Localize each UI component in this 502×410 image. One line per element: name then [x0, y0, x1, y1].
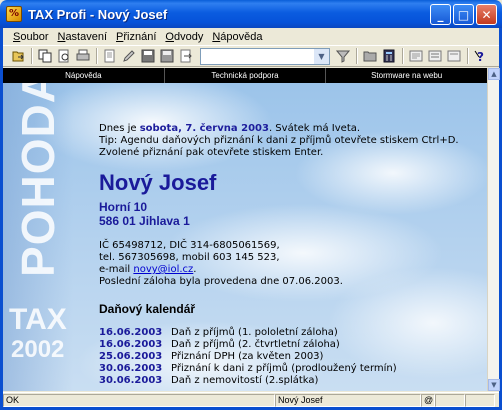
menu-bar: Soubor Nastavení Přiznání Odvody Nápověd…: [3, 28, 499, 45]
link-technicka-podpora[interactable]: Technická podpora: [165, 68, 327, 83]
link-napoveda[interactable]: Nápověda: [3, 68, 165, 83]
menu-priznani[interactable]: Přiznání: [116, 31, 156, 43]
toolbar: ▼ ?: [3, 45, 499, 67]
calendar-date: 30.06.2003: [99, 375, 163, 386]
calendar-text: Daň z příjmů (1. pololetní záloha): [171, 327, 338, 338]
filter-icon[interactable]: [334, 47, 352, 65]
window-title: TAX Profi - Nový Josef: [28, 6, 168, 22]
status-text: OK: [3, 393, 275, 407]
window-controls: _ □ ✕: [430, 4, 497, 25]
calendar-date: 16.06.2003: [99, 339, 163, 350]
today-suffix: . Svátek má Iveta.: [268, 123, 361, 134]
link-stormware-web[interactable]: Stormware na webu: [326, 68, 487, 83]
calendar-row: 16.06.2003 Daň z příjmů (2. čtvrtletní zá…: [99, 339, 340, 351]
logo-banner: POHODA TAX 2002: [3, 83, 73, 391]
svg-text:?: ?: [477, 50, 484, 63]
today-date: sobota, 7. června 2003: [139, 123, 269, 134]
toolbar-separator: [467, 48, 469, 64]
address-street: Horní 10: [99, 200, 148, 214]
calendar-text: Daň z nemovitostí (2.splátka): [171, 375, 319, 386]
open-icon[interactable]: [9, 47, 27, 65]
email-suffix: .: [193, 264, 197, 275]
calendar-text: Přiznání DPH (za květen 2003): [171, 351, 324, 362]
today-prefix: Dnes je: [99, 123, 140, 134]
copy-icon[interactable]: [36, 47, 54, 65]
calendar-text: Daň z příjmů (2. čtvrtletní záloha): [171, 339, 340, 350]
print-icon[interactable]: [74, 47, 92, 65]
address-city: 586 01 Jihlava 1: [99, 214, 190, 228]
window-frame: Soubor Nastavení Přiznání Odvody Nápověd…: [0, 28, 502, 410]
link-bar: Nápověda Technická podpora Stormware na …: [3, 68, 487, 83]
print-preview-icon[interactable]: [55, 47, 73, 65]
status-user: Nový Josef: [275, 393, 421, 407]
toolbar-separator: [356, 48, 358, 64]
menu-napoveda[interactable]: Nápověda: [212, 31, 262, 43]
email-link[interactable]: novy@iol.cz: [133, 264, 193, 275]
today-line: Dnes je sobota, 7. června 2003. Svátek m…: [99, 123, 360, 134]
calendar-text: Přiznání k dani z příjmů (prodloužený te…: [171, 363, 397, 374]
calendar-date: 16.06.2003: [99, 327, 163, 338]
year-logo-text: 2002: [11, 336, 65, 363]
toolbar-separator: [31, 48, 33, 64]
taxpayer-name: Nový Josef: [99, 170, 217, 195]
tax-calendar-title: Daňový kalendář: [99, 302, 196, 316]
status-email-indicator: @: [421, 393, 435, 407]
tax-logo-text: TAX: [9, 303, 67, 336]
calendar-row: 16.06.2003 Daň z příjmů (1. pololetní zál…: [99, 327, 338, 339]
scroll-up-icon[interactable]: ▲: [488, 68, 500, 80]
calendar-date: 25.06.2003: [99, 351, 163, 362]
note-icon[interactable]: [407, 47, 425, 65]
save-as-icon[interactable]: [158, 47, 176, 65]
scroll-down-icon[interactable]: ▼: [488, 379, 500, 391]
folder-icon[interactable]: [361, 47, 379, 65]
app-icon[interactable]: %: [6, 6, 22, 22]
tip-line-2: Zvolené přiznání pak otevřete stiskem En…: [99, 147, 324, 158]
agenda-combo[interactable]: ▼: [200, 47, 330, 65]
calendar-row: 30.06.2003 Přiznání k dani z příjmů (prod…: [99, 363, 397, 375]
calendar-row: 30.06.2003 Daň z nemovitostí (2.splátka): [99, 375, 318, 387]
tax-ids: IČ 65498712, DIČ 314-6805061569,: [99, 240, 280, 251]
menu-soubor[interactable]: Soubor: [13, 31, 48, 43]
menu-odvody[interactable]: Odvody: [165, 31, 203, 43]
minimize-button[interactable]: _: [430, 4, 451, 25]
welcome-panel: POHODA TAX 2002 Dnes je sobota, 7. červn…: [3, 83, 487, 391]
last-backup: Poslední záloha byla provedena dne 07.06…: [99, 276, 343, 287]
title-bar: % TAX Profi - Nový Josef _ □ ✕: [0, 0, 502, 28]
calculator-icon[interactable]: [380, 47, 398, 65]
close-button[interactable]: ✕: [476, 4, 497, 25]
help-icon[interactable]: ?: [472, 47, 490, 65]
status-panel-empty: [465, 393, 495, 407]
tip-line-1: Tip: Agendu daňových přiznání k dani z p…: [99, 135, 459, 146]
save-icon[interactable]: [139, 47, 157, 65]
form-icon[interactable]: [445, 47, 463, 65]
list-icon[interactable]: [426, 47, 444, 65]
status-bar: OK Nový Josef @: [3, 392, 499, 407]
edit-icon[interactable]: [120, 47, 138, 65]
vertical-scrollbar[interactable]: ▲ ▼: [487, 68, 500, 391]
menu-nastaveni[interactable]: Nastavení: [57, 31, 107, 43]
toolbar-separator: [96, 48, 98, 64]
maximize-button[interactable]: □: [453, 4, 474, 25]
calendar-date: 30.06.2003: [99, 363, 163, 374]
phone-numbers: tel. 567305698, mobil 603 145 523,: [99, 252, 280, 263]
calendar-row: 25.06.2003 Přiznání DPH (za květen 2003): [99, 351, 323, 363]
toolbar-separator: [402, 48, 404, 64]
pohoda-logo-text: POHODA: [12, 83, 64, 277]
chevron-down-icon[interactable]: ▼: [314, 48, 329, 64]
email-prefix: e-mail: [99, 264, 134, 275]
export-icon[interactable]: [177, 47, 195, 65]
email-line: e-mail novy@iol.cz.: [99, 264, 196, 275]
new-doc-icon[interactable]: [101, 47, 119, 65]
status-panel-empty: [435, 393, 465, 407]
